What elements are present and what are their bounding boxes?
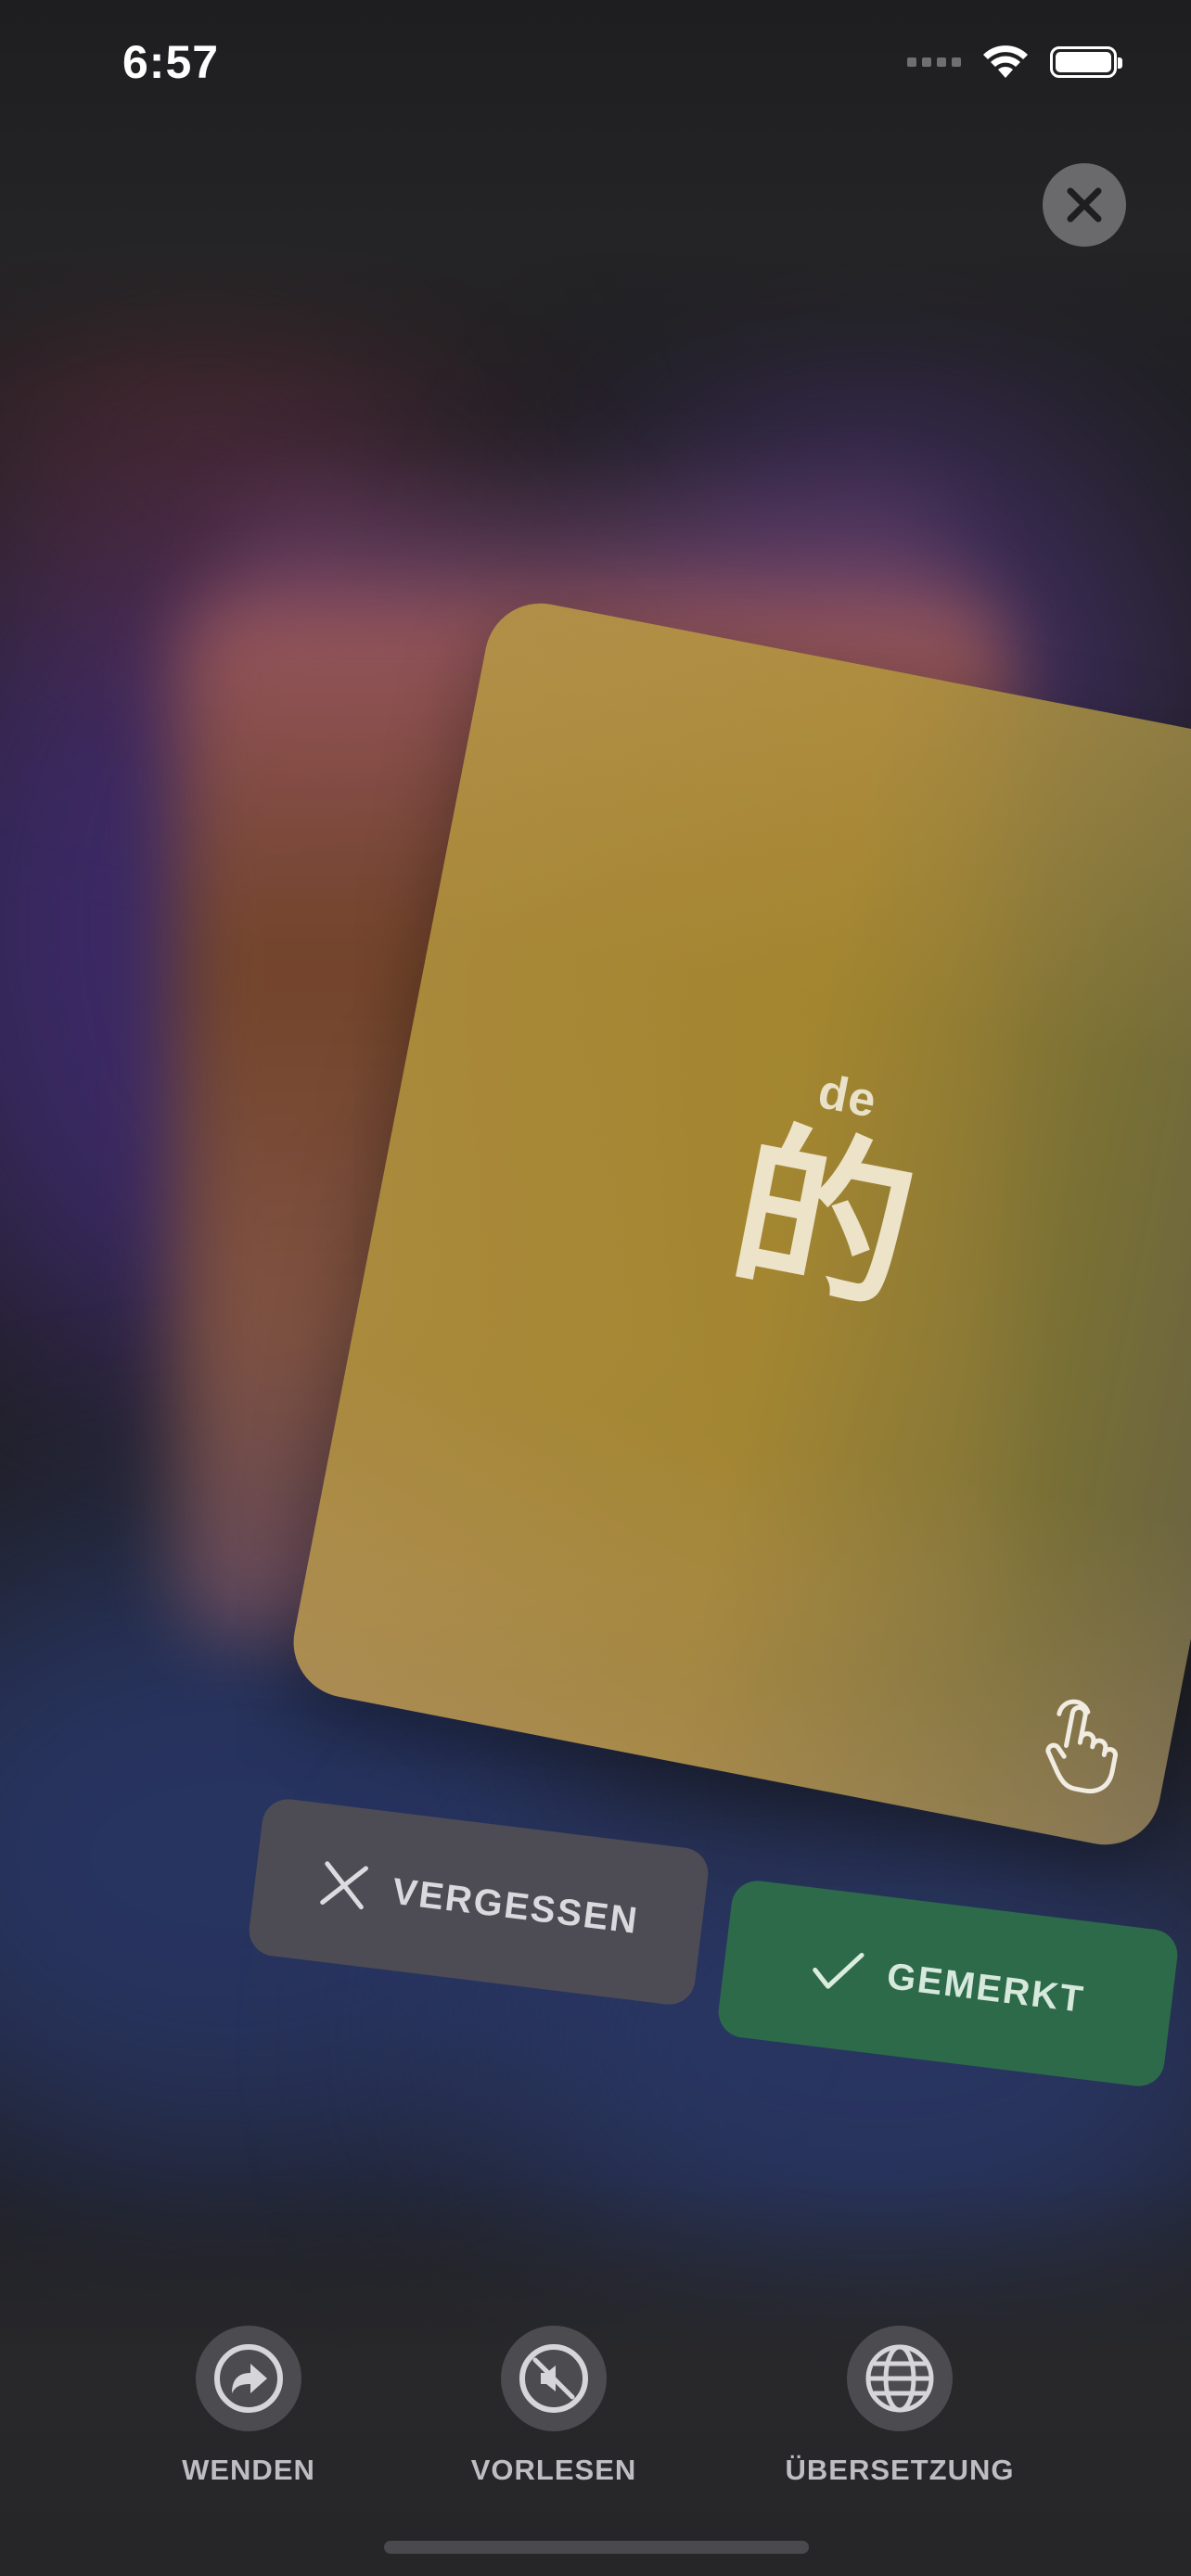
cellular-signal-icon (907, 57, 961, 67)
read-aloud-label: VORLESEN (470, 2454, 637, 2486)
home-indicator[interactable] (384, 2541, 809, 2554)
x-icon (319, 1861, 368, 1910)
known-label: GEMERKT (884, 1955, 1087, 2021)
globe-icon (865, 2344, 934, 2413)
read-aloud-circle[interactable] (501, 2326, 607, 2431)
forgot-label: VERGESSEN (390, 1870, 641, 1942)
close-button[interactable] (1043, 163, 1126, 247)
close-icon (1067, 187, 1102, 223)
wifi-icon (983, 45, 1028, 78)
turn-label: WENDEN (182, 2454, 315, 2486)
checkmark-icon (813, 1952, 864, 1989)
speaker-muted-icon (519, 2344, 588, 2413)
translation-label: ÜBERSETZUNG (785, 2454, 1015, 2486)
turn-card-button[interactable]: WENDEN (128, 2326, 369, 2487)
battery-icon (1050, 46, 1122, 78)
status-icons (907, 45, 1122, 80)
status-time: 6:57 (122, 36, 220, 88)
turn-arrow-icon (214, 2344, 283, 2413)
tap-hand-icon (1045, 1699, 1118, 1794)
read-aloud-button[interactable]: VORLESEN (433, 2326, 674, 2487)
turn-button-circle[interactable] (196, 2326, 301, 2431)
translation-circle[interactable] (847, 2326, 953, 2431)
translation-button[interactable]: ÜBERSETZUNG (779, 2326, 1020, 2487)
